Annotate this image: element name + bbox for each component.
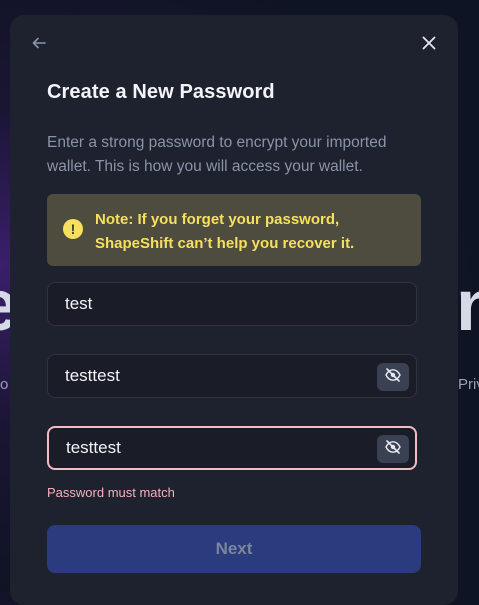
next-button[interactable]: Next	[47, 525, 421, 573]
password-input[interactable]	[48, 355, 416, 397]
arrow-left-icon	[31, 35, 47, 56]
modal-description: Enter a strong password to encrypt your …	[47, 134, 387, 175]
exclamation-icon: !	[63, 219, 83, 239]
alert-text: Note: If you forget your password, Shape…	[95, 211, 355, 252]
create-password-modal: Create a New Password Enter a strong pas…	[10, 15, 458, 605]
confirm-password-field	[47, 426, 417, 470]
wallet-name-field	[47, 282, 417, 326]
background-letter-right: n	[456, 266, 479, 346]
password-field	[47, 354, 417, 398]
toggle-confirm-visibility-button[interactable]	[377, 435, 409, 463]
toggle-password-visibility-button[interactable]	[377, 363, 409, 391]
close-button[interactable]	[418, 34, 440, 56]
confirm-password-input[interactable]	[49, 428, 415, 468]
warning-alert: ! Note: If you forget your password, Sha…	[47, 194, 421, 266]
background-text-left: o	[0, 376, 9, 393]
eye-slash-icon	[385, 367, 401, 387]
eye-slash-icon	[385, 439, 401, 459]
back-button[interactable]	[28, 34, 50, 56]
close-icon	[422, 36, 436, 55]
background-text-right: Priv	[458, 376, 479, 393]
password-error-message: Password must match	[47, 485, 175, 500]
wallet-name-input[interactable]	[48, 283, 416, 325]
modal-title: Create a New Password	[47, 81, 275, 103]
